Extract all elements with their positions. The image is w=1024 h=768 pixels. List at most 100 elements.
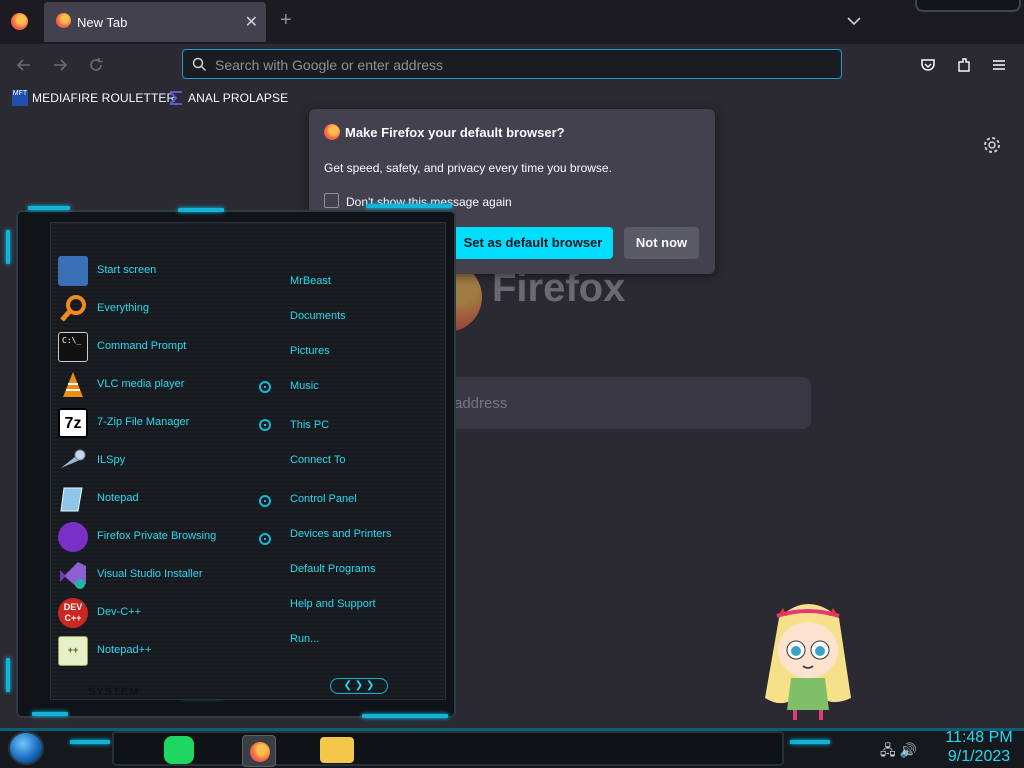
start-menu: Start screen Everything C:\_ Command Pro… <box>6 200 456 722</box>
menu-hamburger-icon[interactable] <box>990 56 1008 74</box>
program-label: VLC media player <box>97 378 185 390</box>
submenu-arrow-icon <box>259 533 271 545</box>
place-connect-to[interactable]: Connect To <box>290 454 345 466</box>
program-devcpp[interactable]: DEV C++ Dev-C++ <box>58 596 248 630</box>
system-tray: 🖧 🔊 <box>880 740 917 764</box>
ilspy-icon <box>61 449 86 468</box>
place-documents[interactable]: Documents <box>290 310 346 322</box>
close-tab-icon[interactable]: ✕ <box>245 12 258 32</box>
set-default-button[interactable]: Set as default browser <box>453 227 613 259</box>
notes-app-icon[interactable] <box>164 736 194 764</box>
private-browsing-icon <box>58 522 88 552</box>
program-label: 7-Zip File Manager <box>97 416 190 428</box>
navigation-toolbar: Search with Google or enter address <box>0 44 1024 86</box>
7zip-icon: 7z <box>58 408 88 438</box>
start-screen-icon <box>58 256 88 286</box>
volume-icon[interactable]: 🔊 <box>900 742 917 758</box>
clock-time: 11:48 PM <box>945 729 1013 746</box>
program-notepadpp[interactable]: ++ Notepad++ <box>58 634 248 668</box>
dialog-body: Get speed, safety, and privacy every tim… <box>324 161 612 175</box>
program-7zip[interactable]: 7z 7-Zip File Manager <box>58 406 248 440</box>
search-icon <box>192 57 207 72</box>
back-arrow-icon[interactable] <box>15 56 33 74</box>
program-everything[interactable]: Everything <box>58 292 248 326</box>
vlc-cone-icon <box>63 372 83 397</box>
firefox-taskbar-button[interactable] <box>242 735 276 767</box>
dialog-title: Make Firefox your default browser? <box>345 125 565 140</box>
newtab-search-input[interactable]: address <box>420 377 811 429</box>
address-placeholder: Search with Google or enter address <box>215 57 444 73</box>
firefox-icon <box>324 124 340 140</box>
frame-deco <box>178 208 224 212</box>
file-explorer-icon[interactable] <box>320 737 354 763</box>
program-label: Command Prompt <box>97 340 187 352</box>
gear-icon[interactable] <box>982 135 1002 155</box>
skin-decoration <box>915 0 1021 12</box>
start-orb-button[interactable] <box>8 731 44 765</box>
chevron-down-icon[interactable] <box>845 12 863 30</box>
forward-arrow-icon[interactable] <box>51 56 69 74</box>
not-now-button[interactable]: Not now <box>624 227 699 259</box>
program-label: Visual Studio Installer <box>97 568 203 580</box>
tab-title: New Tab <box>77 15 128 30</box>
taskbar-deco <box>790 740 830 744</box>
devcpp-icon: DEV C++ <box>58 598 88 628</box>
notepadpp-icon: ++ <box>58 636 88 666</box>
program-firefox-private[interactable]: Firefox Private Browsing <box>58 520 248 554</box>
program-label: Notepad <box>97 492 139 504</box>
place-music[interactable]: Music <box>290 380 319 392</box>
network-icon[interactable]: 🖧 <box>880 742 896 758</box>
taskbar-deco <box>70 740 110 744</box>
address-bar[interactable]: Search with Google or enter address <box>182 49 842 79</box>
cmd-icon: C:\_ <box>58 332 88 362</box>
reload-icon[interactable] <box>87 56 105 74</box>
firefox-tab-icon <box>56 13 71 28</box>
place-mrbeast[interactable]: MrBeast <box>290 275 331 287</box>
notepad-icon <box>60 487 83 512</box>
frame-deco <box>32 712 68 716</box>
program-label: Firefox Private Browsing <box>97 530 217 542</box>
pocket-icon[interactable] <box>919 56 937 74</box>
place-run[interactable]: Run... <box>290 633 319 645</box>
program-ilspy[interactable]: ILSpy <box>58 444 248 478</box>
bookmark-mediafire[interactable]: MEDIAFIRE ROULETTER <box>32 91 175 105</box>
bookmark-sigma-icon <box>169 91 182 105</box>
place-pictures[interactable]: Pictures <box>290 345 330 357</box>
program-vs-installer[interactable]: Visual Studio Installer <box>58 558 248 592</box>
cartoon-character-image <box>765 604 851 720</box>
clock-date: 9/1/2023 <box>947 748 1011 765</box>
place-control-panel[interactable]: Control Panel <box>290 493 357 505</box>
frame-deco <box>366 204 452 208</box>
place-this-pc[interactable]: This PC <box>290 419 329 431</box>
vs-installer-icon <box>60 562 86 589</box>
tab-bar: New Tab ✕ + <box>0 0 1024 44</box>
program-label: ILSpy <box>97 454 126 466</box>
program-label: Notepad++ <box>97 644 152 656</box>
submenu-arrow-icon <box>259 495 271 507</box>
extensions-icon[interactable] <box>955 56 973 74</box>
bookmark-second[interactable]: ANAL PROLAPSE <box>188 91 288 105</box>
program-vlc[interactable]: VLC media player <box>58 368 248 402</box>
mediafire-icon: MFT <box>12 90 28 106</box>
firefox-view-icon[interactable] <box>11 13 28 30</box>
program-start-screen[interactable]: Start screen <box>58 254 248 288</box>
submenu-arrow-icon <box>259 381 271 393</box>
place-default-programs[interactable]: Default Programs <box>290 563 376 575</box>
submenu-arrow-icon <box>259 419 271 431</box>
tab-new-tab[interactable]: New Tab ✕ <box>44 2 266 42</box>
frame-deco <box>6 658 10 692</box>
program-label: Everything <box>97 302 149 314</box>
program-notepad[interactable]: Notepad <box>58 482 248 516</box>
magnifier-icon <box>60 295 86 322</box>
frame-deco <box>6 230 10 264</box>
shutdown-arrows-button[interactable]: ❮ ❯ ❯ <box>330 678 388 694</box>
program-command-prompt[interactable]: C:\_ Command Prompt <box>58 330 248 364</box>
program-label: Dev-C++ <box>97 606 142 618</box>
place-devices-printers[interactable]: Devices and Printers <box>290 528 392 540</box>
system-label: SYSTEM <box>88 686 140 698</box>
place-help-support[interactable]: Help and Support <box>290 598 376 610</box>
clock[interactable]: 11:48 PM 9/1/2023 <box>939 728 1019 766</box>
taskbar: 🖧 🔊 11:48 PM 9/1/2023 <box>0 728 1024 768</box>
frame-deco <box>362 714 448 718</box>
new-tab-button[interactable]: + <box>280 9 292 32</box>
